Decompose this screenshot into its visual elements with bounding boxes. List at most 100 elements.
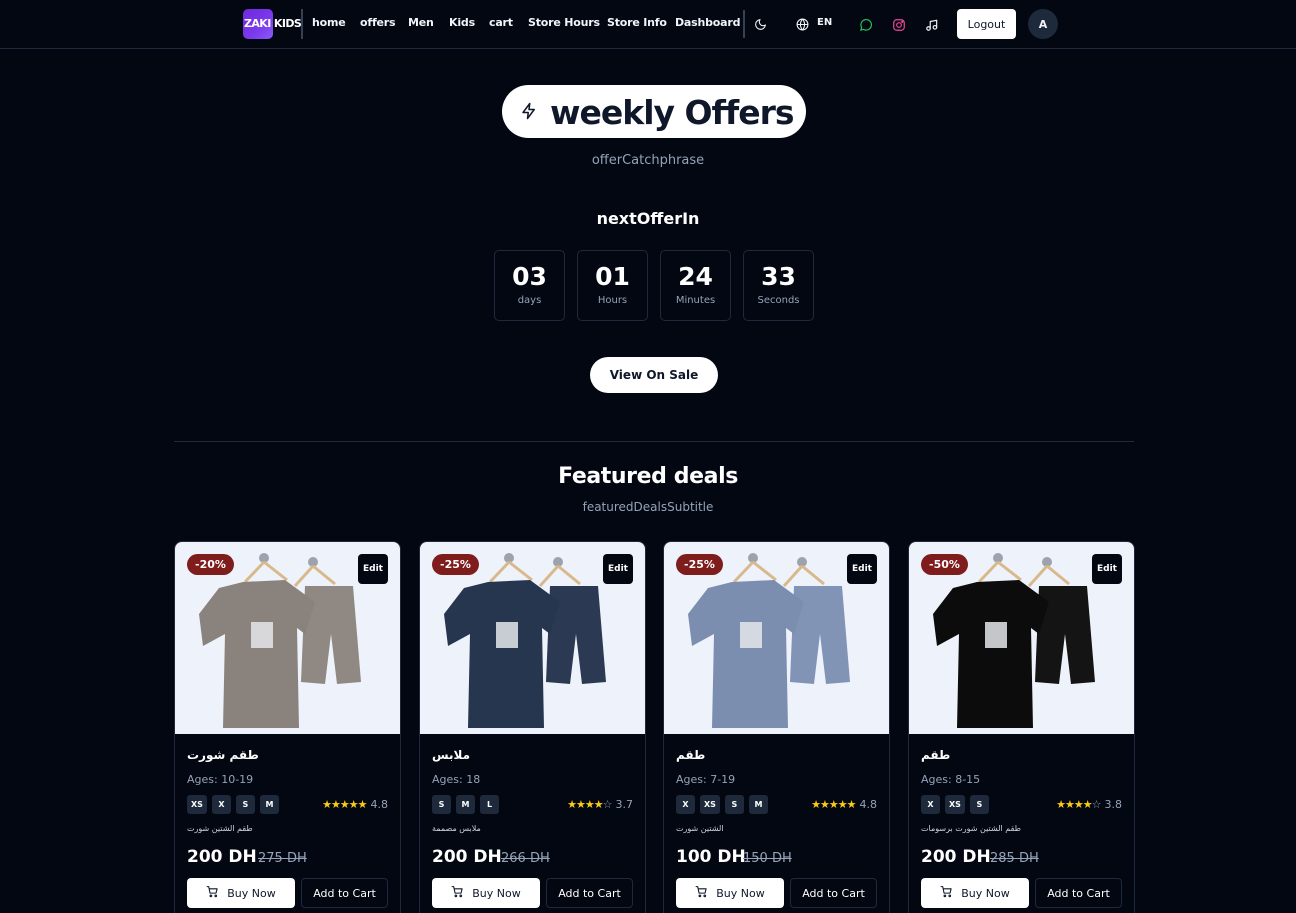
edit-button[interactable]: Edit [358,554,388,584]
countdown-value: 01 [595,262,630,291]
featured-deals-subtitle: featuredDealsSubtitle [582,500,714,514]
logo-text: ZAKI KIDS [244,17,302,30]
buy-now-button[interactable]: Buy Now [921,878,1029,908]
tiktok-icon[interactable] [924,17,939,32]
offers-title-pill: weekly Offers [502,85,806,138]
whatsapp-icon[interactable] [858,17,873,32]
original-price: 266 DH [501,851,550,866]
product-description: الشتين شورت [676,824,724,833]
nav-link-dashboard[interactable]: Dashboard [675,16,740,29]
size-chip[interactable]: S [432,795,451,814]
logout-button[interactable]: Logout [957,9,1016,39]
size-list: X XS S M [676,795,768,814]
brand-logo[interactable]: ZAKI KIDS [243,9,303,39]
star-filled-icon: ★ [331,798,341,811]
featured-deals-title: Featured deals [558,464,738,489]
nav-link-kids[interactable]: Kids [449,16,475,29]
buy-now-button[interactable]: Buy Now [432,878,540,908]
star-filled-icon: ★ [1073,798,1084,811]
product-price: 100 DH [676,847,746,867]
product-rating: ★★★★★ 4.8 [811,798,877,811]
star-filled-icon: ★ [339,798,350,811]
star-filled-icon: ★ [1065,798,1075,811]
add-to-cart-button[interactable]: Add to Cart [1035,878,1122,908]
star-filled-icon: ★ [1056,798,1066,811]
size-chip[interactable]: XS [187,795,207,814]
product-description: طقم الشتين شورت [187,824,253,833]
nav-link-men[interactable]: Men [408,16,434,29]
nav-link-home[interactable]: home [312,16,346,29]
product-name[interactable]: ملابس [432,748,470,762]
product-ages: Ages: 10-19 [187,773,254,786]
product-image-area[interactable]: -25% Edit [420,542,645,734]
star-filled-icon: ★ [584,798,595,811]
size-chip[interactable]: L [480,795,499,814]
product-image-area[interactable]: -20% Edit [175,542,400,734]
size-chip[interactable]: S [724,795,744,814]
size-chip[interactable]: XS [700,795,720,814]
rating-value: 4.8 [370,798,389,811]
star-filled-icon: ★ [322,798,332,811]
lightning-icon [520,102,538,124]
edit-button[interactable]: Edit [603,554,633,584]
product-ages: Ages: 18 [432,773,481,786]
globe-icon[interactable] [795,17,809,31]
product-card[interactable]: -25% Edit ملابس Ages: 18 S M L ★★★★☆ 3.7 ملابس مص… [419,541,646,913]
discount-badge: -25% [432,554,479,575]
moon-icon[interactable] [753,17,767,31]
product-rating: ★★★★★ 4.8 [322,798,388,811]
product-image-area[interactable]: -25% Edit [664,542,889,734]
original-price: 275 DH [258,851,307,866]
page-title: weekly Offers [550,93,795,132]
discount-badge: -50% [921,554,968,575]
product-image-area[interactable]: -50% Edit [909,542,1134,734]
star-empty-icon: ☆ [602,798,613,811]
countdown-hours: 01 Hours [577,250,648,321]
size-chip[interactable]: M [259,795,279,814]
size-chip[interactable]: S [969,795,989,814]
countdown-label: Hours [597,295,628,306]
add-to-cart-button[interactable]: Add to Cart [301,878,388,908]
star-filled-icon: ★ [1082,798,1093,811]
buy-now-label: Buy Now [227,886,276,900]
buy-now-button[interactable]: Buy Now [676,878,784,908]
cart-icon [451,885,464,901]
product-rating: ★★★★☆ 3.7 [567,798,633,811]
product-price: 200 DH [432,847,502,867]
language-label[interactable]: EN [817,17,832,28]
product-card[interactable]: -20% Edit طقم شورت Ages: 10-19 XS X S M ★★★★★ 4.8… [174,541,401,913]
product-card[interactable]: -50% Edit طقم Ages: 8-15 X XS S ★★★★☆ 3.8 طقم الش… [908,541,1135,913]
size-chip[interactable]: S [235,795,255,814]
edit-button[interactable]: Edit [1092,554,1122,584]
offer-catchphrase: offerCatchphrase [591,153,705,168]
star-filled-icon: ★ [348,798,359,811]
edit-button[interactable]: Edit [847,554,877,584]
size-chip[interactable]: M [456,795,475,814]
size-chip[interactable]: XS [945,795,965,814]
nav-divider [301,9,303,39]
nav-link-cart[interactable]: cart [489,16,513,29]
view-on-sale-button[interactable]: View On Sale [590,357,718,393]
rating-stars: ★★★★★ [322,798,367,811]
star-filled-icon: ★ [811,798,821,811]
user-avatar[interactable]: A [1028,9,1058,39]
size-chip[interactable]: M [748,795,768,814]
buy-now-button[interactable]: Buy Now [187,878,295,908]
nav-link-store-info[interactable]: Store Info [607,16,667,29]
product-description: ملابس مصممة [432,824,481,833]
product-rating: ★★★★☆ 3.8 [1056,798,1122,811]
star-filled-icon: ★ [567,798,577,811]
product-card[interactable]: -25% Edit طقم Ages: 7-19 X XS S M ★★★★★ 4.8 الشتين… [663,541,890,913]
size-chip[interactable]: X [921,795,940,814]
add-to-cart-button[interactable]: Add to Cart [790,878,877,908]
product-name[interactable]: طقم [921,748,950,762]
product-name[interactable]: طقم [676,748,705,762]
nav-link-store-hours[interactable]: Store Hours [528,16,600,29]
countdown-label: days [517,295,542,306]
size-chip[interactable]: X [676,795,695,814]
instagram-icon[interactable] [891,17,906,32]
nav-link-offers[interactable]: offers [360,16,396,29]
add-to-cart-button[interactable]: Add to Cart [546,878,633,908]
product-name[interactable]: طقم شورت [187,748,259,762]
size-chip[interactable]: X [211,795,231,814]
